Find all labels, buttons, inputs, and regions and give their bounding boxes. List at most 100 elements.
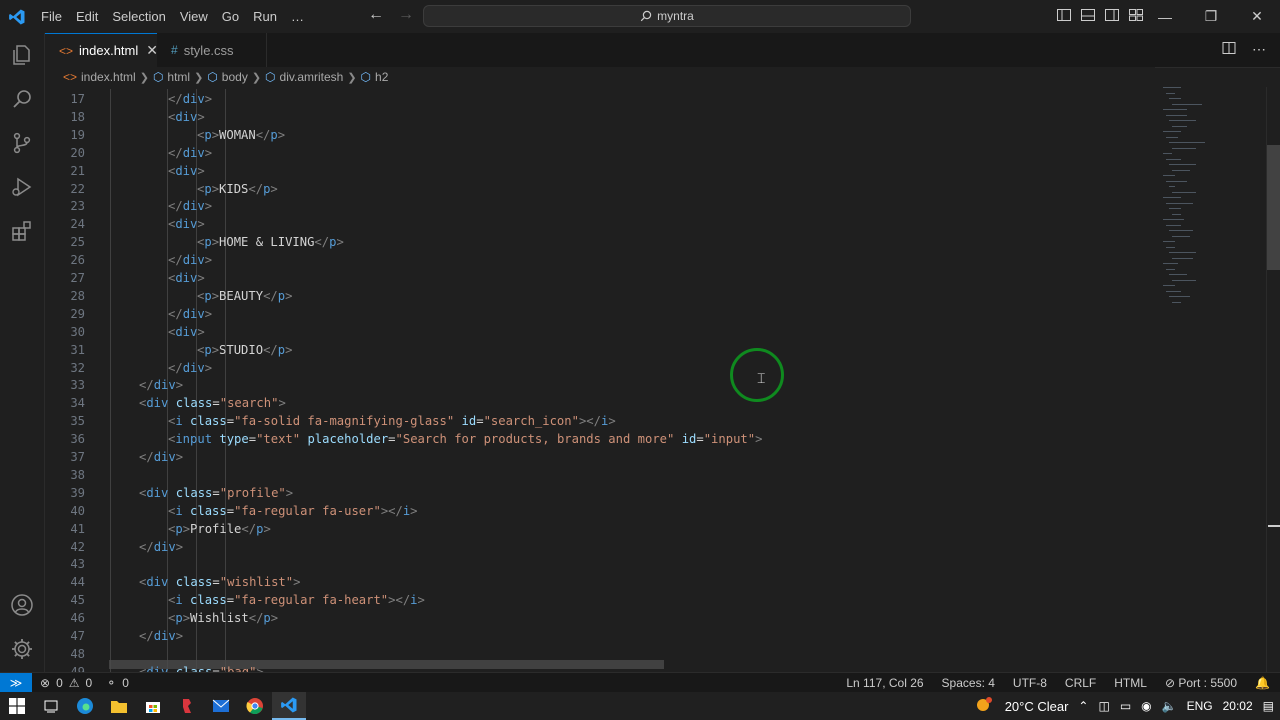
- more-actions-icon[interactable]: ⋯: [1252, 41, 1266, 58]
- code-line[interactable]: 22 <p>KIDS</p>: [45, 180, 1155, 198]
- tab-index-html[interactable]: <> index.html ✕: [45, 33, 158, 67]
- back-arrow-icon[interactable]: ←: [368, 6, 384, 24]
- remote-indicator-icon[interactable]: ≫: [0, 673, 32, 692]
- input-language[interactable]: ENG: [1187, 699, 1213, 713]
- code-line[interactable]: 49 <div class="bag">: [45, 663, 1155, 672]
- language-mode[interactable]: HTML: [1114, 676, 1147, 690]
- close-icon[interactable]: ✕: [1234, 0, 1280, 33]
- volume-icon[interactable]: 🔈: [1162, 699, 1177, 713]
- clock-time[interactable]: 20:02: [1223, 699, 1253, 713]
- indentation[interactable]: Spaces: 4: [942, 676, 995, 690]
- run-debug-icon[interactable]: [0, 165, 44, 209]
- breadcrumb-item[interactable]: html: [167, 70, 190, 84]
- warnings-icon[interactable]: ⚠: [69, 676, 80, 690]
- search-view-icon[interactable]: [0, 77, 44, 121]
- menu-item[interactable]: Run: [246, 9, 284, 24]
- show-hidden-icons-chevron-icon[interactable]: ⌃: [1078, 699, 1088, 713]
- vertical-scrollbar-thumb[interactable]: [1267, 145, 1280, 270]
- wifi-icon[interactable]: ◉: [1141, 699, 1151, 713]
- breadcrumb-item[interactable]: h2: [375, 70, 388, 84]
- code-line[interactable]: 37 </div>: [45, 448, 1155, 466]
- menu-item[interactable]: Edit: [69, 9, 105, 24]
- extensions-icon[interactable]: [0, 209, 44, 253]
- code-line[interactable]: 34 <div class="search">: [45, 394, 1155, 412]
- menu-item[interactable]: Selection: [105, 9, 172, 24]
- code-line[interactable]: 35 <i class="fa-solid fa-magnifying-glass…: [45, 412, 1155, 430]
- encoding[interactable]: UTF-8: [1013, 676, 1047, 690]
- code-line[interactable]: 42 </div>: [45, 538, 1155, 556]
- code-line[interactable]: 30 <div>: [45, 323, 1155, 341]
- code-line[interactable]: 33 </div>: [45, 376, 1155, 394]
- code-line[interactable]: 45 <i class="fa-regular fa-heart"></i>: [45, 591, 1155, 609]
- weather-icon[interactable]: [975, 696, 995, 717]
- menu-item[interactable]: View: [173, 9, 215, 24]
- code-line[interactable]: 31 <p>STUDIO</p>: [45, 341, 1155, 359]
- edge-browser-icon[interactable]: [68, 692, 102, 720]
- source-control-icon[interactable]: [0, 121, 44, 165]
- menu-item[interactable]: Go: [215, 9, 246, 24]
- code-line[interactable]: 43: [45, 555, 1155, 573]
- warnings-count[interactable]: 0: [86, 676, 93, 690]
- vscode-taskbar-icon[interactable]: [272, 692, 306, 720]
- code-line[interactable]: 27 <div>: [45, 269, 1155, 287]
- file-explorer-icon[interactable]: [102, 692, 136, 720]
- code-line[interactable]: 41 <p>Profile</p>: [45, 520, 1155, 538]
- code-line[interactable]: 28 <p>BEAUTY</p>: [45, 287, 1155, 305]
- notifications-bell-icon[interactable]: 🔔: [1255, 676, 1270, 690]
- battery-icon[interactable]: ▭: [1120, 699, 1131, 713]
- forward-arrow-icon[interactable]: →: [398, 6, 414, 24]
- toggle-secondary-sidebar-icon[interactable]: [1104, 7, 1120, 23]
- code-line[interactable]: 23 </div>: [45, 197, 1155, 215]
- code-line[interactable]: 32 </div>: [45, 359, 1155, 377]
- minimize-icon[interactable]: —: [1142, 0, 1188, 33]
- code-line[interactable]: 40 <i class="fa-regular fa-user"></i>: [45, 502, 1155, 520]
- code-line[interactable]: 26 </div>: [45, 251, 1155, 269]
- code-line[interactable]: 21 <div>: [45, 162, 1155, 180]
- code-line[interactable]: 29 </div>: [45, 305, 1155, 323]
- task-view-icon[interactable]: [34, 692, 68, 720]
- code-editor[interactable]: 17 </div> 18 <div> 19 <p>WOMAN</p> 20 </div> 21 <…: [45, 89, 1155, 672]
- menu-item[interactable]: File: [34, 9, 69, 24]
- weather-text[interactable]: 20°C Clear: [1005, 699, 1069, 714]
- live-server-port[interactable]: ⊘ Port : 5500: [1165, 676, 1237, 690]
- store-icon[interactable]: [136, 692, 170, 720]
- chrome-icon[interactable]: [238, 692, 272, 720]
- code-line[interactable]: 24 <div>: [45, 215, 1155, 233]
- account-icon[interactable]: [0, 583, 44, 627]
- errors-count[interactable]: 0: [56, 676, 63, 690]
- explorer-icon[interactable]: [0, 33, 44, 77]
- end-of-line[interactable]: CRLF: [1065, 676, 1096, 690]
- code-line[interactable]: 19 <p>WOMAN</p>: [45, 126, 1155, 144]
- code-line[interactable]: 20 </div>: [45, 144, 1155, 162]
- network-icon[interactable]: ◫: [1098, 699, 1109, 713]
- code-line[interactable]: 36 <input type="text" placeholder="Search…: [45, 430, 1155, 448]
- toggle-primary-sidebar-icon[interactable]: [1056, 7, 1072, 23]
- breadcrumb-item[interactable]: div.amritesh: [280, 70, 344, 84]
- mail-icon[interactable]: [204, 692, 238, 720]
- breadcrumb-item[interactable]: body: [222, 70, 248, 84]
- breadcrumb-item[interactable]: index.html: [81, 70, 136, 84]
- notification-center-icon[interactable]: ▤: [1263, 699, 1274, 713]
- tab-style-css[interactable]: # style.css: [157, 33, 267, 67]
- red-app-icon[interactable]: [170, 692, 204, 720]
- errors-icon[interactable]: ⊗: [40, 676, 50, 690]
- minimap[interactable]: [1155, 87, 1265, 672]
- code-line[interactable]: 47 </div>: [45, 627, 1155, 645]
- code-line[interactable]: 39 <div class="profile">: [45, 484, 1155, 502]
- code-line[interactable]: 17 </div>: [45, 90, 1155, 108]
- code-line[interactable]: 18 <div>: [45, 108, 1155, 126]
- code-line[interactable]: 25 <p>HOME & LIVING</p>: [45, 233, 1155, 251]
- split-editor-icon[interactable]: [1222, 41, 1236, 58]
- code-line[interactable]: 38: [45, 466, 1155, 484]
- settings-gear-icon[interactable]: [0, 627, 44, 671]
- ports-icon[interactable]: ⚬: [106, 676, 116, 690]
- menu-item[interactable]: …: [284, 9, 311, 24]
- restore-icon[interactable]: ❐: [1188, 0, 1234, 33]
- ports-count[interactable]: 0: [122, 676, 129, 690]
- code-line[interactable]: 46 <p>Wishlist</p>: [45, 609, 1155, 627]
- code-line[interactable]: 44 <div class="wishlist">: [45, 573, 1155, 591]
- windows-start-icon[interactable]: [0, 692, 34, 720]
- cursor-position[interactable]: Ln 117, Col 26: [846, 676, 923, 690]
- command-center-search[interactable]: myntra: [423, 5, 911, 27]
- code-line[interactable]: 48: [45, 645, 1155, 663]
